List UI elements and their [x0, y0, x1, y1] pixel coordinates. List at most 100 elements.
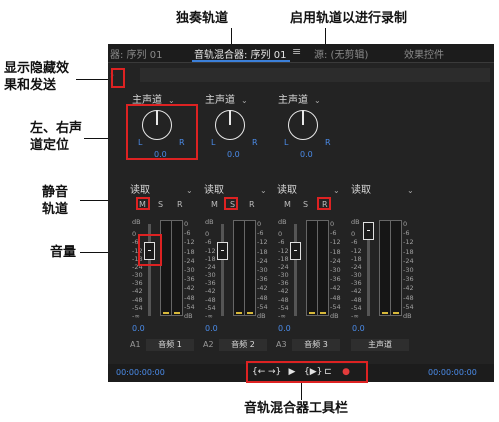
- mute-button[interactable]: M: [211, 200, 218, 209]
- meter-scale-label: -42: [330, 284, 341, 293]
- volume-fader[interactable]: [290, 242, 301, 260]
- pan-value[interactable]: 0.0: [300, 150, 313, 159]
- meter-scale-label: dB: [257, 312, 266, 320]
- meter-scale-label: -30: [184, 266, 195, 274]
- meter-scale-label: -12: [257, 238, 268, 247]
- automation-mode-dropdown[interactable]: 读取 ⌄: [277, 181, 340, 196]
- pan-value[interactable]: 0.0: [227, 150, 240, 159]
- tab-sequence[interactable]: 器: 序列 01: [110, 46, 162, 61]
- leader-line: [76, 79, 112, 80]
- meter-scale-label: -18: [403, 247, 414, 256]
- highlight-show-hide: [111, 68, 125, 88]
- level-meter-bar: [174, 312, 180, 314]
- db-label: dB: [351, 218, 360, 226]
- fader-scale-label: -42: [278, 287, 289, 296]
- annotation-record: 启用轨道以进行录制: [290, 11, 408, 26]
- meter-scale-label: 0: [184, 220, 189, 228]
- fader-track[interactable]: [221, 224, 224, 316]
- fader-scale-label: -48: [278, 295, 289, 304]
- mode-label: 读取: [130, 185, 150, 196]
- fader-track[interactable]: [294, 224, 297, 316]
- chevron-down-icon: ⌄: [186, 186, 193, 195]
- meter-scale-label: dB: [184, 312, 193, 320]
- tab-audio-track-mixer[interactable]: 音轨混合器: 序列 01: [194, 46, 286, 61]
- automation-mode-dropdown[interactable]: 读取 ⌄: [204, 181, 267, 196]
- db-label: dB: [205, 218, 214, 226]
- annotation-mute: 静音 轨道: [42, 184, 68, 218]
- fader-scale-label: -24: [278, 262, 289, 271]
- meter-scale-label: -36: [184, 275, 195, 284]
- automation-mode-dropdown[interactable]: 读取 ⌄: [351, 181, 414, 196]
- meter-scale-label: -36: [257, 275, 268, 284]
- level-meter-bar: [382, 312, 388, 314]
- solo-button[interactable]: S: [158, 200, 163, 209]
- fader-scale-label: -42: [351, 287, 362, 296]
- pan-knob[interactable]: [288, 110, 318, 140]
- level-meter-bar: [320, 312, 326, 314]
- fader-scale-label: -30: [132, 271, 143, 280]
- output-dropdown[interactable]: 主声道 ⌄: [278, 91, 321, 106]
- pan-knob[interactable]: [215, 110, 245, 140]
- fader-scale-label: 0: [351, 230, 356, 239]
- annotation-show-hide: 显示隐藏效 果和发送: [4, 60, 69, 94]
- meter-scale-label: -24: [403, 256, 414, 265]
- fader-value[interactable]: 0.0: [132, 324, 145, 333]
- annotation-line-2: 轨道: [42, 202, 69, 217]
- mute-button[interactable]: M: [284, 200, 291, 209]
- highlight-record: [317, 197, 331, 210]
- fader-scale-label: 0: [278, 230, 283, 239]
- meter-scale-label: dB: [403, 312, 412, 320]
- fader-scale-label: -∞: [351, 312, 359, 320]
- fader-scale-label: -6: [278, 238, 285, 247]
- fader-value[interactable]: 0.0: [278, 324, 291, 333]
- hamburger-menu-icon[interactable]: ≡: [292, 45, 301, 58]
- meter-scale-label: -36: [330, 275, 341, 284]
- record-button[interactable]: R: [177, 200, 183, 209]
- channel-name[interactable]: 音频 2: [219, 339, 267, 351]
- tab-effect-controls[interactable]: 效果控件: [404, 46, 444, 61]
- fader-scale-label: -36: [278, 279, 289, 288]
- channel-name[interactable]: 主声道: [351, 339, 409, 351]
- meter-scale-label: -42: [257, 284, 268, 293]
- volume-fader[interactable]: [217, 242, 228, 260]
- meter-scale-label: -54: [330, 302, 341, 311]
- timecode-left[interactable]: 00:00:00:00: [116, 368, 165, 377]
- fader-scale-label: -18: [205, 254, 216, 263]
- fader-value[interactable]: 0.0: [205, 324, 218, 333]
- mode-label: 读取: [351, 185, 371, 196]
- meter-scale-label: -18: [184, 247, 195, 256]
- meter-scale-label: 0: [330, 220, 335, 228]
- fader-scale-label: -48: [132, 295, 143, 304]
- output-dropdown[interactable]: 主声道 ⌄: [205, 91, 248, 106]
- meter-scale-label: -42: [403, 284, 414, 293]
- annotation-line-2: 道定位: [30, 138, 70, 153]
- fader-scale-label: -30: [278, 271, 289, 280]
- meter-scale-label: -42: [184, 284, 195, 293]
- fader-scale-label: -54: [278, 303, 289, 312]
- leader-line: [301, 382, 302, 400]
- fader-scale-label: -54: [205, 303, 216, 312]
- meter-scale-label: -18: [330, 247, 341, 256]
- meter-scale-label: -36: [403, 275, 414, 284]
- channel-name[interactable]: 音频 3: [292, 339, 340, 351]
- fader-scale-label: -30: [205, 271, 216, 280]
- timecode-right[interactable]: 00:00:00:00: [428, 368, 477, 377]
- annotation-line-1: 显示隐藏效: [4, 61, 70, 76]
- automation-mode-dropdown[interactable]: 读取 ⌄: [130, 181, 193, 196]
- annotation-volume: 音量: [50, 245, 77, 260]
- meter-scale-label: -48: [330, 293, 341, 302]
- highlight-pan: [126, 104, 198, 160]
- tab-source[interactable]: 源: (无剪辑): [314, 46, 368, 61]
- channel-id: A2: [203, 340, 214, 349]
- channel-name[interactable]: 音频 1: [146, 339, 194, 351]
- level-meter-bar: [309, 312, 315, 314]
- solo-button[interactable]: S: [303, 200, 308, 209]
- fader-scale-label: -36: [205, 279, 216, 288]
- fader-value[interactable]: 0.0: [352, 324, 365, 333]
- meter-scale-label: -30: [403, 266, 414, 274]
- record-button[interactable]: R: [249, 200, 255, 209]
- db-label: dB: [278, 218, 287, 226]
- pan-left-label: L: [211, 138, 216, 147]
- meter-scale-label: -48: [257, 293, 268, 302]
- volume-fader[interactable]: [363, 222, 374, 240]
